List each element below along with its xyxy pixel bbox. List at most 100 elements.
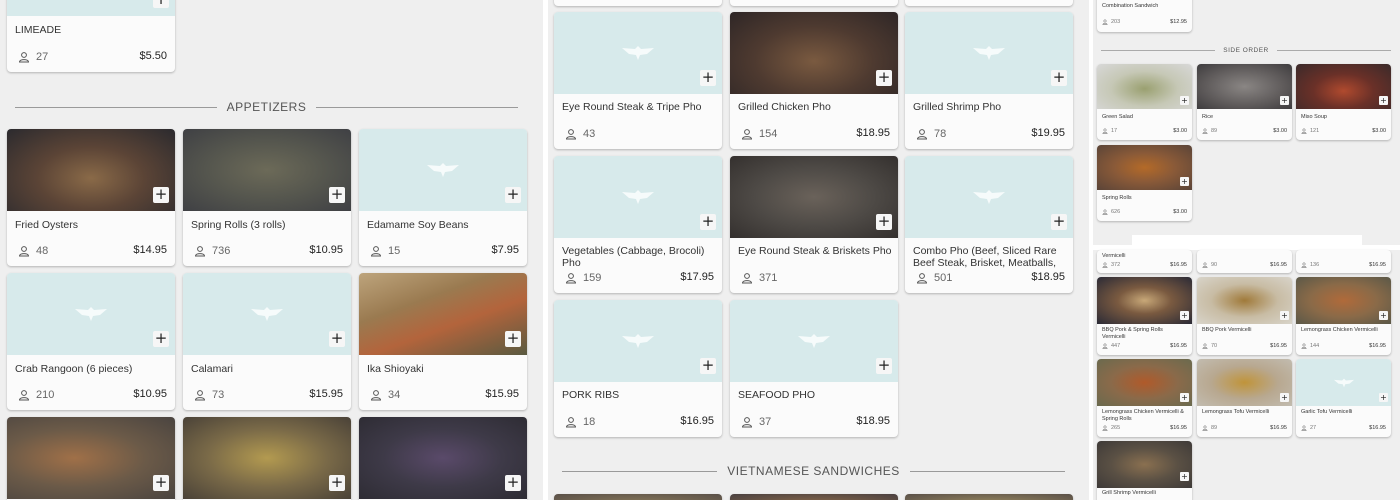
menu-item-card[interactable]: + Rice 89 $3.00 — [1197, 64, 1292, 140]
menu-item-card[interactable]: 90 $16.95 — [1197, 250, 1292, 273]
menu-item-card[interactable]: + Ika Shioyaki 34 $15.95 — [359, 273, 527, 410]
item-image — [1097, 277, 1192, 324]
menu-item-card[interactable]: + Fried Oysters 48 $14.95 — [7, 129, 175, 266]
menu-item-card[interactable] — [554, 0, 722, 6]
user-icon — [18, 245, 30, 257]
item-image — [7, 417, 175, 499]
plus-icon[interactable]: + — [505, 475, 521, 491]
menu-item-card[interactable]: 136 $16.95 — [1296, 250, 1391, 273]
plus-icon[interactable]: + — [700, 358, 716, 374]
plus-icon[interactable]: + — [700, 214, 716, 230]
menu-item-card[interactable]: Vermicelli 372 $16.95 — [1097, 250, 1192, 273]
item-name: SEAFOOD PHO — [738, 389, 816, 401]
logo-wings-icon — [427, 163, 459, 177]
plus-icon[interactable]: + — [153, 331, 169, 347]
item-price: $3.00 — [1273, 128, 1287, 134]
item-count: 15 — [370, 245, 400, 257]
menu-item-card[interactable]: + Lemongrass Chicken Vermicelli 144 $16.… — [1296, 277, 1391, 355]
menu-item-card[interactable]: + Eye Round Steak & Briskets Pho 371 — [730, 156, 898, 293]
plus-icon[interactable]: + — [1051, 214, 1067, 230]
user-icon — [565, 128, 577, 140]
menu-item-card[interactable]: + Crab Rangoon (6 pieces) 210 $10.95 — [7, 273, 175, 410]
plus-icon[interactable]: + — [1180, 311, 1189, 320]
plus-icon[interactable]: + — [1180, 393, 1189, 402]
user-icon — [916, 272, 928, 284]
item-image — [7, 129, 175, 211]
menu-item-card[interactable] — [905, 0, 1073, 6]
plus-icon[interactable]: + — [153, 187, 169, 203]
menu-item-card[interactable]: + LIMEADE 27 $5.50 — [7, 0, 175, 72]
item-price: $3.00 — [1173, 128, 1187, 134]
item-count: 447 — [1102, 343, 1120, 349]
menu-item-card[interactable]: + Calamari 73 $15.95 — [183, 273, 351, 410]
item-name: Green Salad — [1102, 114, 1133, 120]
plus-icon[interactable]: + — [1379, 393, 1388, 402]
item-price: $16.95 — [1170, 343, 1187, 349]
menu-item-card[interactable]: + Vegetables (Cabbage, Brocoli) Pho 159 … — [554, 156, 722, 293]
menu-item-card[interactable] — [730, 494, 898, 500]
menu-item-card[interactable]: + Spring Rolls 626 $3.00 — [1097, 145, 1192, 221]
menu-item-card[interactable]: + Grilled Shrimp Pho 78 $19.95 — [905, 12, 1073, 149]
plus-icon[interactable]: + — [1180, 177, 1189, 186]
item-name: Spring Rolls (3 rolls) — [191, 219, 286, 231]
item-name: Grilled Shrimp Pho — [913, 101, 1002, 113]
section-header-side-order: SIDE ORDER — [1101, 47, 1392, 54]
menu-item-card[interactable]: + Edamame Soy Beans 15 $7.95 — [359, 129, 527, 266]
plus-icon[interactable]: + — [153, 0, 169, 8]
plus-icon[interactable]: + — [876, 358, 892, 374]
item-name: LIMEADE — [15, 24, 62, 36]
item-price: $16.95 — [1270, 425, 1287, 431]
plus-icon[interactable]: + — [329, 331, 345, 347]
plus-icon[interactable]: + — [505, 331, 521, 347]
plus-icon[interactable]: + — [153, 475, 169, 491]
menu-item-card[interactable] — [905, 494, 1073, 500]
item-name: Crab Rangoon (6 pieces) — [15, 363, 133, 375]
plus-icon[interactable]: + — [1051, 70, 1067, 86]
menu-item-card[interactable]: + Green Salad 17 $3.00 — [1097, 64, 1192, 140]
menu-item-card[interactable]: + — [359, 417, 527, 500]
menu-item-card[interactable]: + SEAFOOD PHO 37 $18.95 — [730, 300, 898, 437]
plus-icon[interactable]: + — [876, 214, 892, 230]
plus-icon[interactable]: + — [329, 187, 345, 203]
menu-item-card[interactable]: + — [7, 417, 175, 500]
menu-item-card[interactable]: + Grilled Chicken Pho 154 $18.95 — [730, 12, 898, 149]
menu-item-card[interactable]: + — [183, 417, 351, 500]
item-count: 210 — [18, 389, 54, 401]
menu-item-card[interactable]: + BBQ Pork & Spring Rolls Vermicelli 447… — [1097, 277, 1192, 355]
item-image — [7, 273, 175, 355]
plus-icon[interactable]: + — [700, 70, 716, 86]
plus-icon[interactable]: + — [1280, 393, 1289, 402]
plus-icon[interactable]: + — [1180, 96, 1189, 105]
menu-item-card[interactable]: + Eye Round Steak & Tripe Pho 43 — [554, 12, 722, 149]
menu-item-card[interactable]: Combination Sandwich 203 $12.95 — [1097, 0, 1192, 32]
menu-item-card[interactable]: + Lemongrass Tofu Vermicelli 89 $16.95 — [1197, 359, 1292, 437]
item-count: 144 — [1301, 343, 1319, 349]
user-icon — [1102, 343, 1108, 349]
menu-item-card[interactable] — [730, 0, 898, 6]
menu-item-card[interactable]: + PORK RIBS 18 $16.95 — [554, 300, 722, 437]
menu-item-card[interactable]: + Spring Rolls (3 rolls) 736 $10.95 — [183, 129, 351, 266]
item-count: 37 — [741, 416, 771, 428]
user-icon — [1202, 343, 1208, 349]
menu-item-card[interactable] — [554, 494, 722, 500]
menu-item-card[interactable]: + Miso Soup 121 $3.00 — [1296, 64, 1391, 140]
plus-icon[interactable]: + — [1379, 311, 1388, 320]
plus-icon[interactable]: + — [1180, 472, 1189, 481]
item-image — [359, 417, 527, 499]
plus-icon[interactable]: + — [1379, 96, 1388, 105]
plus-icon[interactable]: + — [1280, 96, 1289, 105]
menu-item-card[interactable]: + Combo Pho (Beef, Sliced Rare Beef Stea… — [905, 156, 1073, 293]
item-image — [183, 417, 351, 499]
plus-icon[interactable]: + — [505, 187, 521, 203]
item-name: Combination Sandwich — [1102, 3, 1159, 9]
menu-item-card[interactable]: + Lemongrass Chicken Vermicelli & Spring… — [1097, 359, 1192, 437]
plus-icon[interactable]: + — [329, 475, 345, 491]
plus-icon[interactable]: + — [1280, 311, 1289, 320]
item-price: $15.95 — [485, 388, 519, 400]
item-image — [183, 273, 351, 355]
menu-item-card[interactable]: + Grill Shrimp Vermicelli — [1097, 441, 1192, 500]
menu-item-card[interactable]: + Garlic Tofu Vermicelli 27 $16.95 — [1296, 359, 1391, 437]
plus-icon[interactable]: + — [876, 70, 892, 86]
item-image — [1197, 359, 1292, 406]
menu-item-card[interactable]: + BBQ Pork Vermicelli 70 $16.95 — [1197, 277, 1292, 355]
